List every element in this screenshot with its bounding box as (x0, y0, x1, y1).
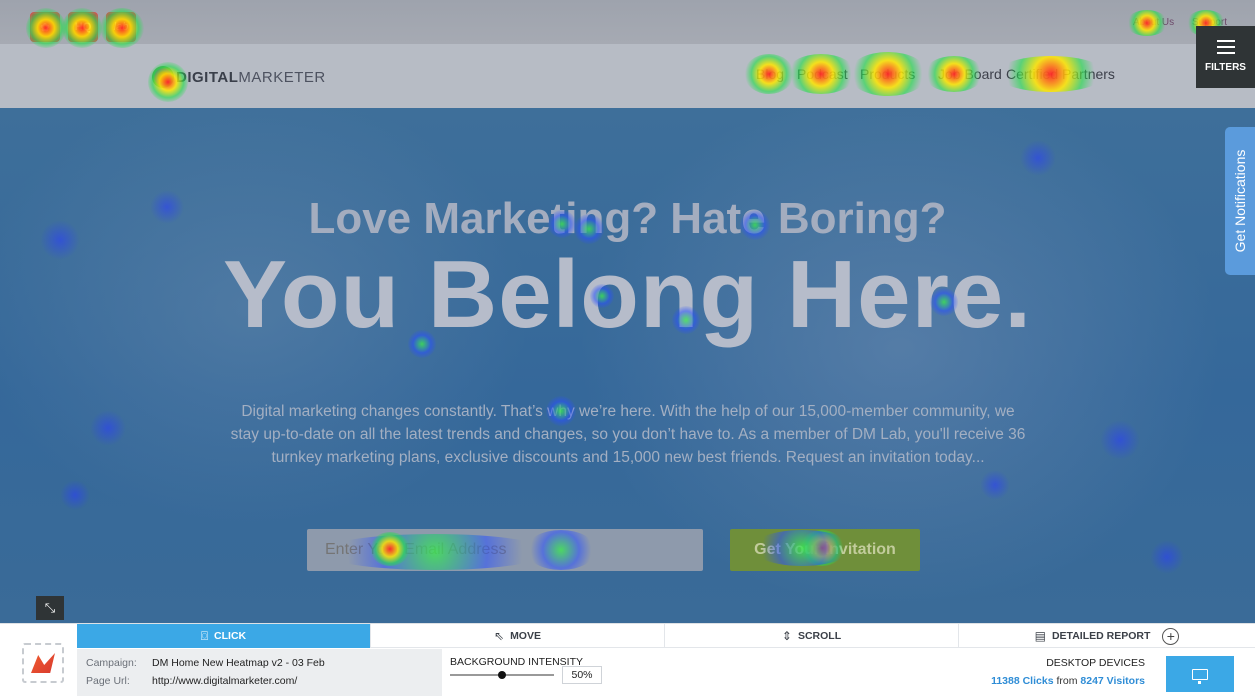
monitor-icon (1192, 668, 1208, 684)
about-us-link[interactable]: About Us (1133, 17, 1174, 28)
tab-move[interactable]: ⇖ MOVE (371, 624, 665, 648)
app-logo-mark-icon (31, 653, 55, 673)
expand-icon[interactable]: ⤡ (36, 596, 64, 620)
email-input[interactable] (307, 529, 703, 571)
app-logo (22, 643, 64, 683)
top-utility-bar: ✿ HQ lab About Us Support (0, 0, 1255, 44)
url-value: http://www.digitalmarketer.com/ (152, 675, 298, 687)
logo-gear-icon (152, 66, 174, 88)
visitors-count[interactable]: 8247 Visitors (1080, 675, 1145, 687)
nav-products[interactable]: Products (860, 66, 915, 82)
filters-label: FILTERS (1205, 62, 1246, 73)
hero-big-title: You Belong Here. (223, 241, 1032, 348)
tab-scroll[interactable]: ⇕ SCROLL (665, 624, 959, 648)
report-icon: ▤ (1034, 629, 1046, 643)
cursor-icon: ⇖ (494, 629, 505, 643)
scroll-arrows-icon: ⇕ (781, 629, 792, 643)
add-icon[interactable]: + (1162, 627, 1180, 645)
mouse-icon: ⌼ (200, 628, 209, 643)
logo-text-regular: MARKETER (238, 68, 326, 86)
website-preview: ✿ HQ lab About Us Support DIGITAL MARKETE… (0, 0, 1255, 623)
heatmap-mode-tabs: ⌼ CLICK ⇖ MOVE ⇕ SCROLL ▤ DETAILED REPORT + (77, 624, 1255, 648)
tab-click[interactable]: ⌼ CLICK (77, 624, 371, 648)
hero-paragraph: Digital marketing changes constantly. Th… (230, 403, 1026, 466)
background-intensity-control: BACKGROUND INTENSITY 50% (450, 656, 602, 684)
heatmap-control-panel: ⌼ CLICK ⇖ MOVE ⇕ SCROLL ▤ DETAILED REPORT + … (0, 623, 1255, 696)
hero-section: Love Marketing? Hate Boring? You Belong … (0, 108, 1255, 623)
filters-button[interactable]: FILTERS (1196, 26, 1255, 88)
nav-podcast[interactable]: Podcast (797, 66, 848, 82)
campaign-info: Campaign: DM Home New Heatmap v2 - 03 Feb… (77, 649, 442, 696)
clicks-count[interactable]: 11388 Clicks (991, 675, 1053, 687)
devices-title: DESKTOP DEVICES (1046, 657, 1145, 669)
notifications-label: Get Notifications (1232, 149, 1248, 253)
tab-detailed-report[interactable]: ▤ DETAILED REPORT + (959, 624, 1255, 648)
campaign-row: Campaign: DM Home New Heatmap v2 - 03 Feb (86, 657, 325, 669)
intensity-slider-knob[interactable] (498, 671, 506, 679)
hero-headline: Love Marketing? Hate Boring? (308, 194, 947, 243)
nav-certified-partners[interactable]: Certified Partners (1006, 66, 1115, 82)
campaign-key: Campaign: (86, 657, 137, 669)
intensity-value[interactable]: 50% (562, 666, 602, 684)
get-notifications-tab[interactable]: Get Notifications (1225, 127, 1255, 275)
get-invitation-button[interactable]: Get Your Invitation (730, 529, 920, 571)
nav-blog[interactable]: Blog (756, 66, 784, 82)
url-key: Page Url: (86, 675, 130, 687)
site-logo[interactable]: DIGITAL MARKETER (152, 66, 326, 88)
lab-icon[interactable]: lab (106, 12, 136, 42)
nav-job-board[interactable]: Job Board (938, 66, 1002, 82)
site-navbar: DIGITAL MARKETER Blog Podcast Products Jo… (0, 44, 1255, 108)
campaign-value: DM Home New Heatmap v2 - 03 Feb (152, 657, 325, 669)
desktop-device-button[interactable] (1166, 656, 1234, 692)
device-stats: DESKTOP DEVICES 11388 Clicks from 8247 V… (940, 657, 1145, 687)
clicks-summary: 11388 Clicks from 8247 Visitors (991, 675, 1145, 687)
menu-icon (1216, 40, 1235, 54)
hq-icon[interactable]: HQ (68, 12, 98, 42)
intensity-slider[interactable] (450, 671, 554, 679)
logo-text-bold: DIGITAL (176, 68, 239, 86)
url-row: Page Url: http://www.digitalmarketer.com/ (86, 675, 297, 687)
home-gear-icon[interactable]: ✿ (30, 12, 60, 42)
